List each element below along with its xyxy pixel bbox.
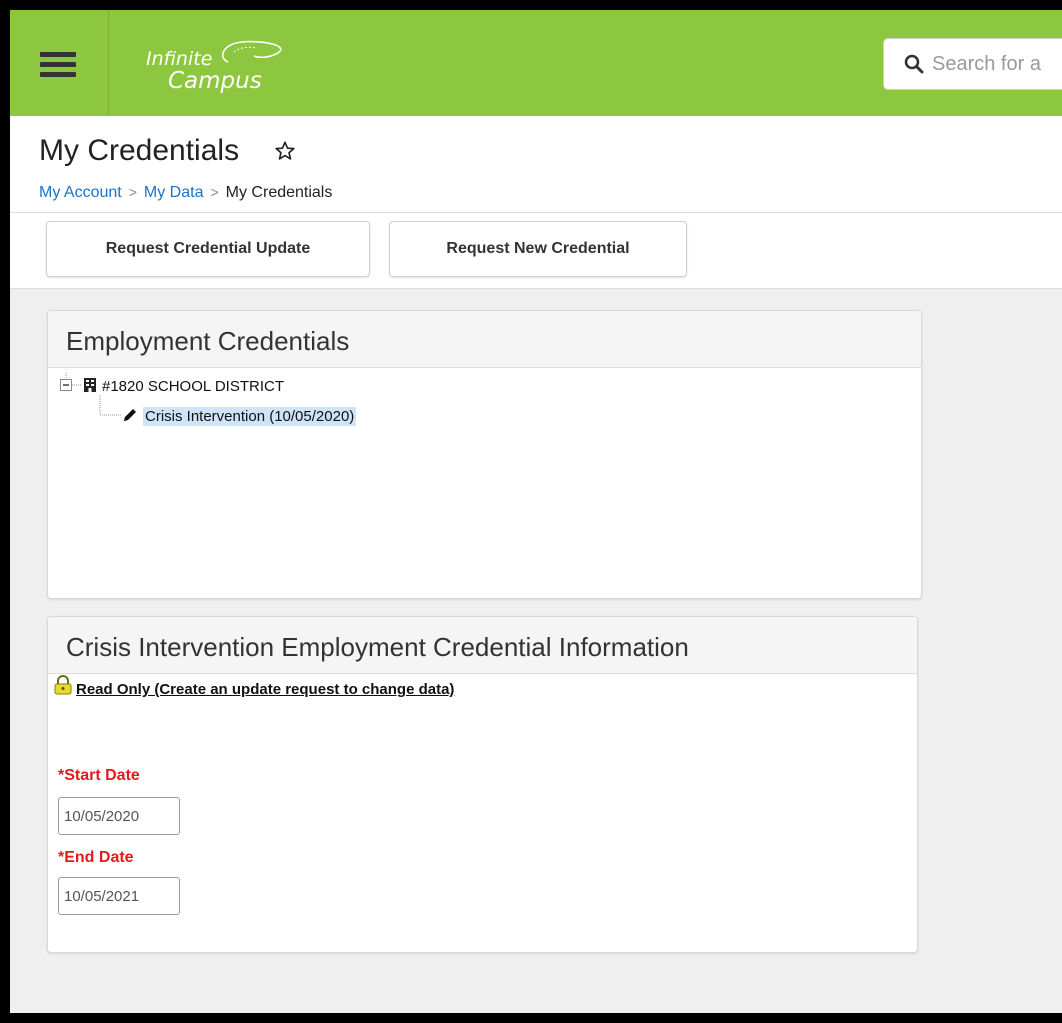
credential-info-panel: Crisis Intervention Employment Credentia… bbox=[47, 616, 918, 953]
search-input[interactable] bbox=[932, 51, 1062, 77]
breadcrumb: My Account > My Data > My Credentials bbox=[39, 184, 332, 202]
employment-credentials-panel: Employment Credentials #1820 SCHOOL DIST… bbox=[47, 310, 922, 599]
start-date-label: *Start Date bbox=[58, 767, 140, 784]
tree-collapse-icon[interactable] bbox=[60, 379, 72, 391]
action-bar: Request Credential Update Request New Cr… bbox=[10, 213, 1062, 289]
pencil-icon bbox=[124, 409, 136, 421]
breadcrumb-separator-icon: > bbox=[210, 184, 219, 200]
breadcrumb-my-account[interactable]: My Account bbox=[39, 184, 122, 201]
end-date-label: *End Date bbox=[58, 849, 134, 866]
menu-button[interactable] bbox=[10, 10, 109, 116]
end-date-field[interactable] bbox=[58, 877, 180, 915]
request-credential-update-button[interactable]: Request Credential Update bbox=[46, 221, 370, 277]
logo-text-infinite: Infinite bbox=[146, 48, 213, 70]
panel-header: Employment Credentials bbox=[48, 311, 921, 368]
app-frame: Infinite Campus My Credentials My Accoun… bbox=[10, 10, 1062, 1013]
request-new-credential-button[interactable]: Request New Credential bbox=[389, 221, 687, 277]
tree-credential-label[interactable]: Crisis Intervention (10/05/2020) bbox=[143, 407, 357, 426]
search-box[interactable] bbox=[883, 38, 1062, 90]
tree-district-label: #1820 SCHOOL DISTRICT bbox=[102, 378, 284, 395]
start-date-field[interactable] bbox=[58, 797, 180, 835]
logo-text-campus: Campus bbox=[168, 68, 262, 94]
panel-title: Employment Credentials bbox=[66, 326, 350, 356]
logo-swoosh-icon bbox=[221, 40, 282, 63]
lock-icon bbox=[54, 675, 72, 695]
page-header: My Credentials My Account > My Data > My Cre… bbox=[10, 116, 1062, 213]
breadcrumb-my-data[interactable]: My Data bbox=[144, 184, 204, 201]
star-icon[interactable] bbox=[274, 140, 296, 162]
infinite-campus-logo[interactable]: Infinite Campus bbox=[142, 38, 332, 98]
panel-title: Crisis Intervention Employment Credentia… bbox=[66, 632, 689, 662]
search-icon bbox=[904, 54, 924, 74]
read-only-text[interactable]: Read Only (Create an update request to c… bbox=[76, 681, 454, 698]
page-title: My Credentials bbox=[39, 134, 240, 167]
breadcrumb-separator-icon: > bbox=[128, 184, 137, 200]
building-icon bbox=[84, 378, 96, 392]
panel-header: Crisis Intervention Employment Credentia… bbox=[48, 617, 917, 674]
breadcrumb-current: My Credentials bbox=[225, 184, 333, 201]
top-bar: Infinite Campus bbox=[10, 10, 1062, 116]
